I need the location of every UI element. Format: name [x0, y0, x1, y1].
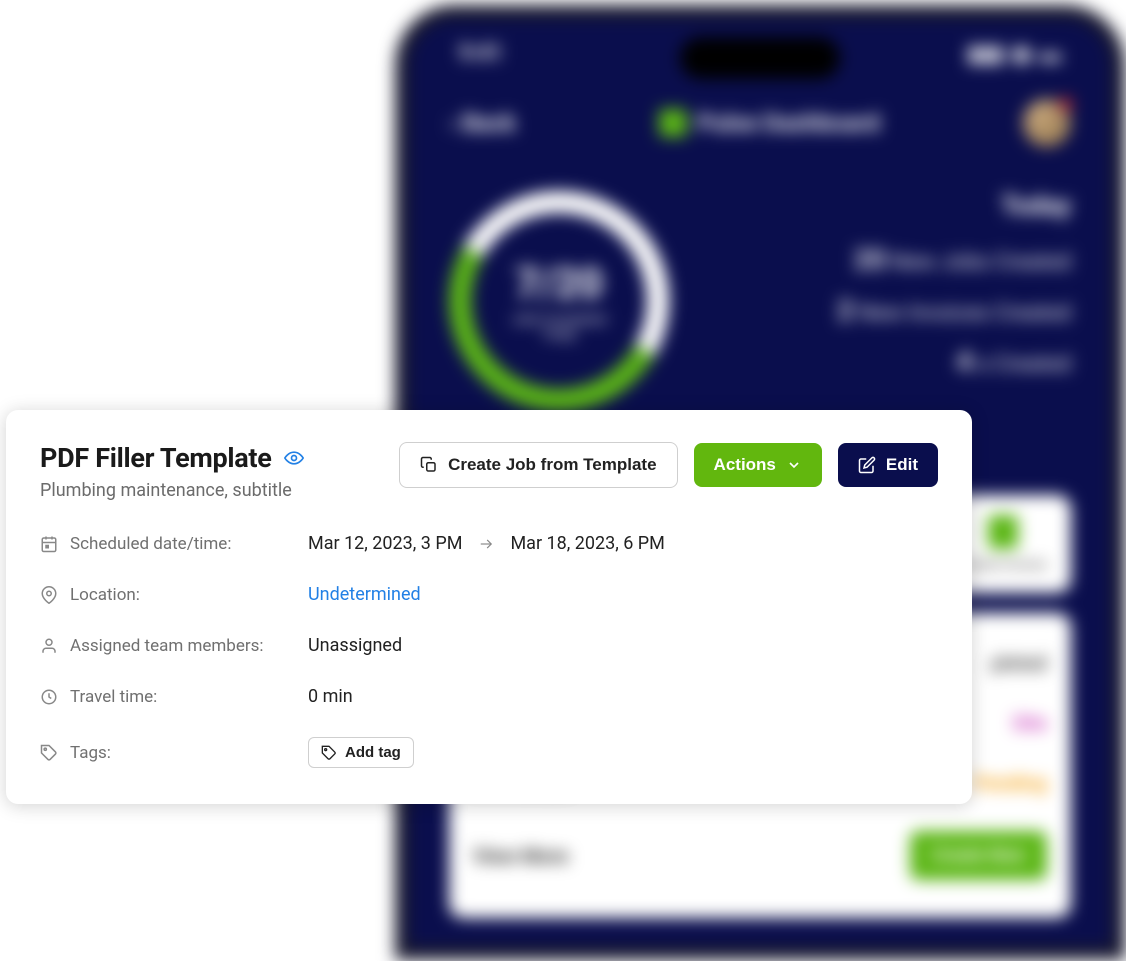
scheduled-value: Mar 12, 2023, 3 PM Mar 18, 2023, 6 PM: [308, 533, 665, 554]
notification-badge: [1058, 96, 1074, 112]
location-label: Location:: [40, 585, 308, 605]
stat-line: 2 New Invoices Created: [699, 294, 1071, 327]
assigned-row: Assigned team members: Unassigned: [40, 635, 938, 656]
page-subtitle: Plumbing maintenance, subtitle: [40, 480, 304, 501]
create-job-button[interactable]: Create Job from Template: [399, 442, 677, 488]
status-badge: pleted: [991, 651, 1047, 675]
scheduled-label: Scheduled date/time:: [40, 534, 308, 554]
page-title: PDF Filler Template: [40, 442, 272, 474]
tags-label: Tags:: [40, 743, 308, 763]
visibility-icon[interactable]: [284, 448, 304, 468]
pulse-logo-icon: [659, 109, 687, 137]
actions-label: Actions: [714, 455, 776, 475]
status-badge: Pending: [973, 771, 1047, 795]
arrow-right-icon: [476, 537, 496, 551]
ring-value: 7/20: [504, 260, 614, 309]
stats-heading: Today: [699, 191, 1071, 221]
travel-row: Travel time: 0 min: [40, 686, 938, 707]
card-actions: Create Job from Template Actions Edit: [399, 442, 938, 488]
tags-row: Tags: Add tag: [40, 737, 938, 768]
add-tag-button[interactable]: Add tag: [308, 737, 414, 768]
travel-value: 0 min: [308, 686, 353, 707]
phone-time: 9:41: [459, 41, 503, 67]
chevron-left-icon: ‹: [449, 109, 456, 137]
phone-status-icons: ▮▮▮ ◉ ▬: [967, 41, 1061, 67]
view-more-link[interactable]: View More: [473, 844, 568, 868]
title-block: PDF Filler Template Plumbing maintenance…: [40, 442, 304, 501]
wifi-icon: ◉: [1012, 42, 1031, 67]
progress-ring: 7/20 Jobs Completed Today: [449, 191, 669, 411]
travel-label: Travel time:: [40, 687, 308, 707]
location-icon: [40, 586, 58, 604]
stat-line: 20 New Jobs Created: [699, 243, 1071, 276]
person-icon: [40, 637, 58, 655]
tag-icon: [321, 745, 337, 761]
phone-notch: [680, 37, 840, 79]
phone-dashboard: 7/20 Jobs Completed Today Today 20 New J…: [409, 167, 1111, 435]
info-rows: Scheduled date/time: Mar 12, 2023, 3 PM …: [40, 533, 938, 768]
clock-icon: [40, 688, 58, 706]
edit-label: Edit: [886, 455, 918, 475]
template-detail-card: PDF Filler Template Plumbing maintenance…: [6, 410, 972, 804]
phone-back-label: Back: [462, 109, 515, 137]
phone-back-button[interactable]: ‹ Back: [449, 109, 516, 137]
card-header: PDF Filler Template Plumbing maintenance…: [40, 442, 938, 501]
avatar[interactable]: [1023, 99, 1071, 147]
assigned-value: Unassigned: [308, 635, 402, 656]
tags-value: Add tag: [308, 737, 414, 768]
phone-title: Pulse Dashboard: [659, 109, 879, 137]
phone-title-text: Pulse Dashboard: [697, 109, 879, 137]
location-row: Location: Undetermined: [40, 584, 938, 605]
tag-icon: [40, 744, 58, 762]
chevron-down-icon: [786, 457, 802, 473]
edit-icon: [858, 456, 876, 474]
stat-line: 4 s Created: [699, 345, 1071, 378]
battery-icon: ▬: [1039, 41, 1061, 67]
list-footer: View More Create New: [473, 813, 1047, 898]
actions-button[interactable]: Actions: [694, 443, 822, 487]
scheduled-row: Scheduled date/time: Mar 12, 2023, 3 PM …: [40, 533, 938, 554]
create-new-button[interactable]: Create New: [910, 831, 1047, 880]
scheduled-end: Mar 18, 2023, 6 PM: [510, 533, 664, 554]
calendar-icon: [40, 535, 58, 553]
edit-button[interactable]: Edit: [838, 443, 938, 487]
phone-header: ‹ Back Pulse Dashboard: [409, 67, 1111, 167]
status-badge: Site: [1012, 711, 1047, 735]
signal-icon: ▮▮▮: [967, 42, 1003, 67]
ring-label: Jobs Completed Today: [504, 313, 614, 343]
scheduled-start: Mar 12, 2023, 3 PM: [308, 533, 462, 554]
location-value[interactable]: Undetermined: [308, 584, 421, 605]
add-tag-label: Add tag: [345, 744, 401, 761]
assigned-label: Assigned team members:: [40, 636, 308, 656]
copy-icon: [420, 456, 438, 474]
phone-stats: Today 20 New Jobs Created 2 New Invoices…: [699, 191, 1071, 411]
invoice-icon: [988, 515, 1018, 549]
create-job-label: Create Job from Template: [448, 455, 656, 475]
